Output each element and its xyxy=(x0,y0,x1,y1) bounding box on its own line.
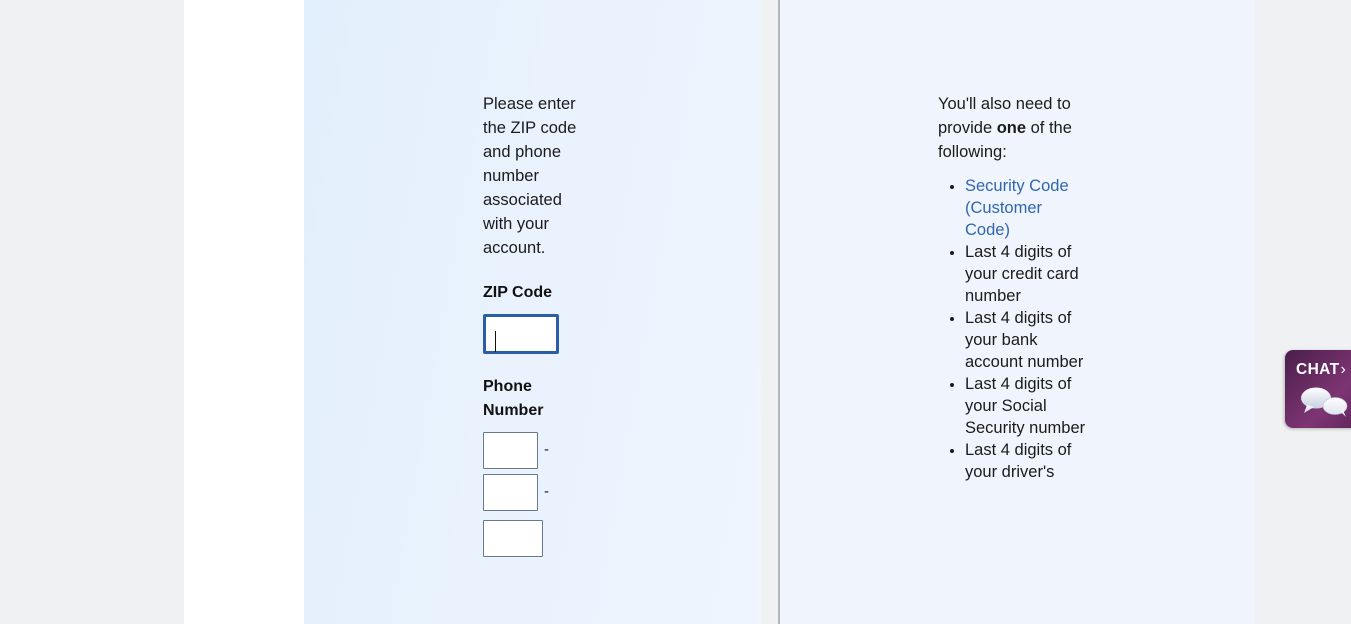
chat-label-row: CHAT › xyxy=(1296,361,1346,379)
security-code-link[interactable]: Security Code (Customer Code) xyxy=(965,177,1069,239)
additional-info-text: You'll also need to provide one of the f… xyxy=(938,92,1074,164)
page-background: Please enter the ZIP code and phone numb… xyxy=(0,0,1351,624)
left-white-gutter xyxy=(184,0,304,624)
form-instruction-text: Please enter the ZIP code and phone numb… xyxy=(483,95,577,257)
phone-number-group: - - xyxy=(483,432,583,562)
phone-separator-dash-1: - xyxy=(544,441,549,458)
list-item: Last 4 digits of your credit card number xyxy=(965,241,1088,307)
info-text-emphasis: one xyxy=(996,119,1027,137)
list-item: Last 4 digits of your Social Security nu… xyxy=(965,373,1088,439)
form-content: Please enter the ZIP code and phone numb… xyxy=(483,92,713,562)
phone-area-code-row: - xyxy=(483,432,583,474)
chevron-right-icon: › xyxy=(1340,361,1346,378)
phone-prefix-input[interactable] xyxy=(483,474,538,511)
phone-area-code-input[interactable] xyxy=(483,432,538,469)
chat-launcher-tab[interactable]: CHAT › xyxy=(1285,350,1351,428)
phone-line-number-input[interactable] xyxy=(483,520,543,557)
additional-info-panel: You'll also need to provide one of the f… xyxy=(780,0,1255,624)
chat-bubbles-icon xyxy=(1299,386,1351,418)
text-caret xyxy=(495,331,496,352)
chat-label: CHAT xyxy=(1296,361,1340,378)
info-content: You'll also need to provide one of the f… xyxy=(938,92,1088,483)
zip-code-label: ZIP Code xyxy=(483,284,553,301)
list-item: Last 4 digits of your bank account numbe… xyxy=(965,307,1088,373)
phone-number-label: Phone Number xyxy=(483,378,544,419)
list-item: Last 4 digits of your driver's xyxy=(965,439,1088,483)
zip-phone-form-panel: Please enter the ZIP code and phone numb… xyxy=(304,0,761,624)
phone-prefix-row: - xyxy=(483,474,583,516)
list-item: Security Code (Customer Code) xyxy=(965,175,1088,241)
phone-line-number-row xyxy=(483,520,583,562)
zip-input-wrapper xyxy=(483,314,559,354)
phone-separator-dash-2: - xyxy=(544,483,549,500)
accepted-credentials-list: Security Code (Customer Code) Last 4 dig… xyxy=(938,175,1088,483)
